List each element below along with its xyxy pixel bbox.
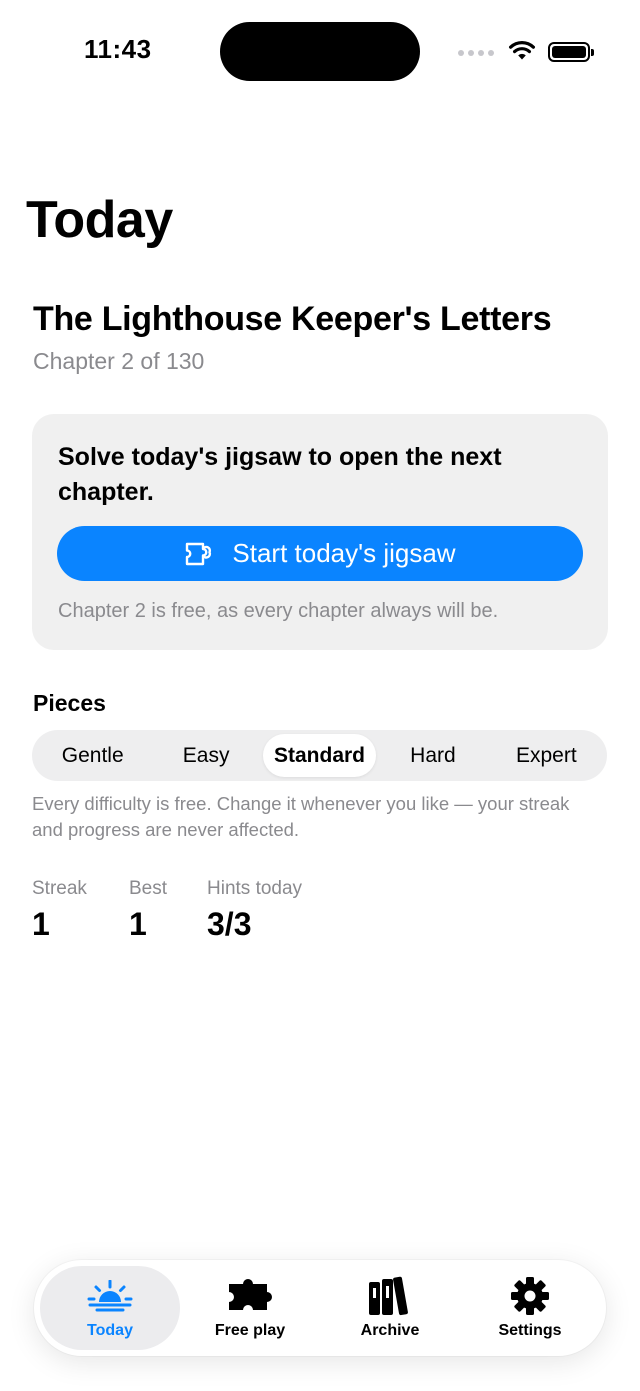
tab-label: Settings <box>498 1322 562 1339</box>
stat-label: Hints today <box>207 878 303 899</box>
tab-today[interactable]: Today <box>40 1266 180 1350</box>
tab-free-play[interactable]: Free play <box>180 1266 320 1350</box>
sunrise-icon <box>87 1276 133 1316</box>
difficulty-option-hard[interactable]: Hard <box>376 734 489 777</box>
stat-label: Streak <box>32 878 87 899</box>
screen: 11:43 Today The Lighthouse Keeper's Lett… <box>0 0 640 1391</box>
books-icon <box>367 1276 413 1316</box>
tab-settings[interactable]: Settings <box>460 1266 600 1350</box>
difficulty-option-gentle[interactable]: Gentle <box>36 734 149 777</box>
stat-label: Best <box>129 878 168 899</box>
card-note: Chapter 2 is free, as every chapter alwa… <box>58 600 499 622</box>
battery-icon <box>548 42 594 62</box>
tab-label: Free play <box>214 1322 286 1339</box>
difficulty-option-expert[interactable]: Expert <box>490 734 603 777</box>
status-time: 11:43 <box>84 34 152 64</box>
start-jigsaw-label: Start today's jigsaw <box>232 538 456 568</box>
start-jigsaw-button[interactable]: Start today's jigsaw <box>57 526 583 581</box>
tab-label: Today <box>87 1322 133 1339</box>
puzzle-piece-outline-icon <box>184 540 218 568</box>
pieces-section-label: Pieces <box>33 690 106 716</box>
daily-puzzle-card: Solve today's jigsaw to open the next ch… <box>32 414 608 650</box>
gear-icon <box>510 1276 550 1316</box>
difficulty-note: Every difficulty is free. Change it when… <box>32 793 570 840</box>
book-title: The Lighthouse Keeper's Letters <box>33 300 552 338</box>
stat-value: 3/3 <box>207 906 252 942</box>
status-indicators <box>458 38 594 66</box>
difficulty-option-standard[interactable]: Standard <box>262 734 377 777</box>
stat-value: 1 <box>129 906 147 942</box>
tab-label: Archive <box>360 1322 420 1339</box>
stat-value: 1 <box>32 906 50 942</box>
difficulty-segmented-control: Gentle Easy Standard Hard Expert <box>32 730 607 781</box>
stat-streak: Streak 1 <box>32 878 87 943</box>
puzzle-piece-icon <box>223 1276 277 1316</box>
stat-best: Best 1 <box>129 878 167 943</box>
tab-archive[interactable]: Archive <box>320 1266 460 1350</box>
card-heading: Solve today's jigsaw to open the next ch… <box>58 443 502 506</box>
cellular-signal-icon <box>458 50 494 56</box>
tab-bar: Today Free play Archive Settings <box>34 1260 606 1356</box>
chapter-progress: Chapter 2 of 130 <box>33 348 205 374</box>
dynamic-island <box>220 22 420 81</box>
wifi-icon <box>508 39 536 66</box>
difficulty-option-easy[interactable]: Easy <box>149 734 262 777</box>
stat-hints-today: Hints today 3/3 <box>207 878 302 943</box>
page-title: Today <box>26 191 173 249</box>
